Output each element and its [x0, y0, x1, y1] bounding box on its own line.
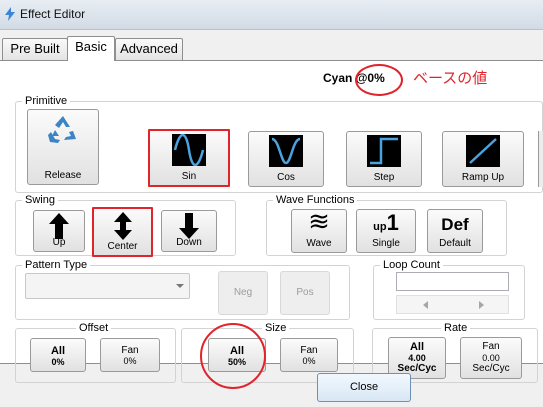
cos-button[interactable]: Cos — [248, 131, 324, 187]
color-name: Cyan — [323, 71, 353, 85]
sin-label: Sin — [181, 171, 197, 182]
arrow-up-icon — [49, 213, 69, 239]
size-fan-line1: Fan — [300, 345, 318, 356]
release-button[interactable]: Release — [27, 109, 99, 185]
single-button[interactable]: up1 Single — [356, 209, 416, 253]
wave-button[interactable]: ≋ Wave — [291, 207, 347, 253]
default-label: Default — [439, 238, 471, 249]
dialog-body: Pre Built Basic Advanced Cyan @0% ベースの値 … — [0, 30, 543, 407]
rate-label: Rate — [441, 321, 471, 335]
offset-all-line1: All — [50, 345, 66, 357]
rate-fan-line3: Sec/Cyc — [472, 363, 510, 374]
loop-count-label: Loop Count — [380, 258, 443, 272]
arrow-down-icon — [179, 213, 199, 239]
up-one-icon: up1 — [357, 211, 415, 235]
rate-fan-line2: 0.00 — [482, 353, 500, 363]
rate-all-line1: All — [409, 341, 425, 353]
scroll-left-icon[interactable] — [423, 301, 428, 309]
wave-icon: ≋ — [308, 207, 330, 237]
chevron-down-icon — [176, 284, 184, 288]
step-button[interactable]: Step — [346, 131, 422, 187]
step-label: Step — [373, 172, 395, 183]
pattern-type-select[interactable] — [25, 273, 190, 299]
size-fan-button[interactable]: Fan 0% — [280, 338, 338, 372]
more-primitive-button-edge[interactable] — [538, 131, 543, 187]
highlight-circle-size — [200, 323, 266, 389]
offset-label: Offset — [76, 321, 112, 335]
primitive-label: Primitive — [22, 94, 71, 108]
offset-fan-line1: Fan — [121, 345, 139, 356]
annotation-text: ベースの値 — [413, 70, 488, 87]
size-label: Size — [262, 321, 290, 335]
wave-functions-label: Wave Functions — [273, 193, 358, 207]
offset-all-button[interactable]: All 0% — [30, 338, 86, 372]
default-button[interactable]: Def Default — [427, 209, 483, 253]
loop-count-input[interactable] — [396, 272, 509, 291]
tab-advanced[interactable]: Advanced — [115, 38, 183, 60]
sin-button[interactable]: Sin — [148, 129, 230, 187]
tab-panel-basic: Cyan @0% ベースの値 Primitive Release Sin Cos… — [0, 60, 543, 389]
ramp-up-icon — [466, 135, 500, 167]
app-icon — [5, 7, 15, 21]
recycle-icon — [48, 116, 76, 143]
size-fan-line2: 0% — [302, 356, 316, 366]
window-title: Effect Editor — [20, 7, 86, 21]
ramp-up-label: Ramp Up — [461, 172, 505, 183]
up-glyph: up — [373, 221, 387, 233]
offset-fan-button[interactable]: Fan 0% — [100, 338, 160, 372]
scroll-right-icon[interactable] — [479, 301, 484, 309]
ramp-up-button[interactable]: Ramp Up — [442, 131, 524, 187]
offset-fan-line2: 0% — [123, 356, 137, 366]
swing-label: Swing — [22, 193, 58, 207]
swing-center-label: Center — [107, 241, 138, 252]
rate-fan-button[interactable]: Fan 0.00 Sec/Cyc — [460, 337, 522, 379]
cos-label: Cos — [277, 172, 295, 183]
swing-down-button[interactable]: Down — [161, 210, 217, 252]
cosine-wave-icon — [269, 135, 303, 167]
release-label: Release — [44, 170, 82, 181]
rate-all-line2: 4.00 — [408, 353, 426, 363]
neg-button[interactable]: Neg — [218, 271, 268, 315]
title-bar[interactable]: Effect Editor — [0, 0, 543, 30]
offset-all-line2: 0% — [51, 357, 65, 367]
loop-count-scrollbar[interactable] — [396, 295, 509, 314]
one-glyph: 1 — [386, 210, 399, 235]
close-button[interactable]: Close — [317, 373, 411, 402]
arrow-updown-icon — [114, 212, 132, 240]
swing-center-button[interactable]: Center — [92, 207, 153, 257]
sine-wave-icon — [172, 134, 206, 166]
pattern-type-label: Pattern Type — [22, 258, 91, 272]
tab-basic[interactable]: Basic — [67, 36, 115, 61]
step-wave-icon — [367, 135, 401, 167]
wave-label: Wave — [306, 238, 332, 249]
rate-fan-line1: Fan — [482, 341, 500, 352]
pos-button[interactable]: Pos — [280, 271, 330, 315]
swing-down-label: Down — [176, 237, 202, 248]
single-label: Single — [372, 238, 400, 249]
swing-up-button[interactable]: Up — [33, 210, 85, 252]
tab-pre-built[interactable]: Pre Built — [2, 38, 68, 60]
swing-up-label: Up — [52, 237, 66, 248]
default-icon: Def — [441, 215, 469, 234]
highlight-circle — [355, 64, 403, 96]
